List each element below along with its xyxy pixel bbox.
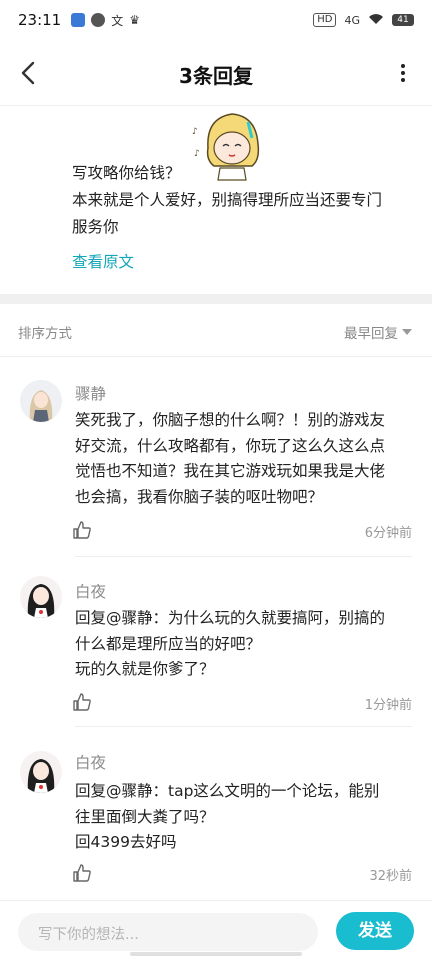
comment-line: 回4399去好吗: [75, 833, 177, 851]
post-line: 写攻略你给钱？: [72, 164, 181, 182]
more-menu-button[interactable]: [400, 64, 406, 84]
thumbs-up-icon: [73, 521, 91, 539]
comment-divider: [75, 726, 412, 727]
comment-text: 笑死我了，你脑子想的什么啊？！别的游戏友 好交流，什么攻略都有，你玩了这么久这么…: [75, 408, 415, 510]
view-original-link[interactable]: 查看原文: [72, 250, 134, 272]
system-indicators: HD 4G 41: [313, 13, 414, 28]
comment-line: 什么都是理所应当的好吧？: [75, 634, 262, 653]
post-line: 服务你: [72, 218, 119, 236]
thumbs-up-icon: [73, 693, 91, 711]
home-indicator[interactable]: [130, 952, 302, 956]
comment-text: 回复@骤静：tap这么文明的一个论坛，能别 往里面倒大粪了吗？ 回4399去好吗: [75, 779, 415, 856]
sort-value: 最早回复: [344, 326, 398, 342]
sort-label: 排序方式: [18, 326, 72, 342]
like-button[interactable]: [72, 863, 92, 883]
header-divider: [0, 105, 432, 106]
chat-icon: [91, 13, 106, 27]
avatar[interactable]: [20, 380, 62, 422]
send-button[interactable]: 发送: [336, 912, 414, 950]
comment-author[interactable]: 白夜: [75, 751, 106, 773]
svg-text:♪: ♪: [192, 127, 198, 137]
comment-time: 6分钟前: [364, 526, 412, 541]
text-icon: 文: [111, 13, 124, 28]
comment-author[interactable]: 骤静: [75, 382, 106, 404]
comment-line: 回复@骤静：为什么玩的久就要搞阿，别搞的: [75, 609, 386, 627]
comment-text: 回复@骤静：为什么玩的久就要搞阿，别搞的 什么都是理所应当的好吧？ 玩的久就是你…: [75, 606, 415, 683]
like-button[interactable]: [72, 520, 92, 540]
clock: 23:11: [18, 11, 62, 29]
comment-line: 好交流，什么攻略都有，你玩了这么久这么点: [75, 436, 386, 455]
section-divider: [0, 294, 432, 304]
chevron-down-icon: [402, 329, 412, 335]
comment-line: 笑死我了，你脑子想的什么啊？！别的游戏友: [75, 411, 386, 429]
crown-icon: ♛: [129, 13, 141, 27]
post-line: 本来就是个人爱好，别搞得理所应当还要专门: [72, 191, 383, 209]
battery-icon: 41: [392, 14, 414, 26]
wifi-icon: [368, 13, 384, 28]
translate-icon: [71, 13, 86, 27]
reply-bar: 写下你的想法... 发送: [0, 900, 432, 960]
comment-line: 回复@骤静：tap这么文明的一个论坛，能别: [75, 782, 380, 800]
sort-bar: 排序方式 最早回复: [0, 304, 432, 356]
avatar[interactable]: [20, 751, 62, 793]
svg-text:♪: ♪: [194, 149, 200, 159]
comment-line: 往里面倒大粪了吗？: [75, 807, 215, 826]
status-bar: 23:11 文 ♛ HD 4G 41: [0, 0, 432, 40]
like-button[interactable]: [72, 692, 92, 712]
hd-badge: HD: [313, 13, 337, 27]
comment-time: 1分钟前: [364, 698, 412, 713]
avatar[interactable]: [20, 576, 62, 618]
header: 3条回复: [0, 48, 432, 98]
reply-input[interactable]: 写下你的想法...: [18, 913, 318, 951]
comment-author[interactable]: 白夜: [75, 580, 106, 602]
notification-icons: 文 ♛: [71, 12, 140, 29]
comment-time: 32秒前: [369, 869, 412, 884]
comment-divider: [75, 556, 412, 557]
sort-dropdown[interactable]: 最早回复: [344, 322, 412, 342]
original-post-text: 写攻略你给钱？ 本来就是个人爱好，别搞得理所应当还要专门 服务你: [72, 160, 416, 241]
sort-divider: [0, 356, 432, 357]
comment-line: 也会搞，我看你脑子装的呕吐物吧？: [75, 487, 324, 506]
page-title: 3条回复: [179, 64, 253, 88]
more-dots-icon: [401, 64, 405, 68]
signal-icon: 4G: [344, 13, 360, 27]
thumbs-up-icon: [73, 864, 91, 882]
comment-line: 觉悟也不知道？我在其它游戏玩如果我是大佬: [75, 462, 386, 480]
comment-line: 玩的久就是你爹了？: [75, 660, 215, 678]
